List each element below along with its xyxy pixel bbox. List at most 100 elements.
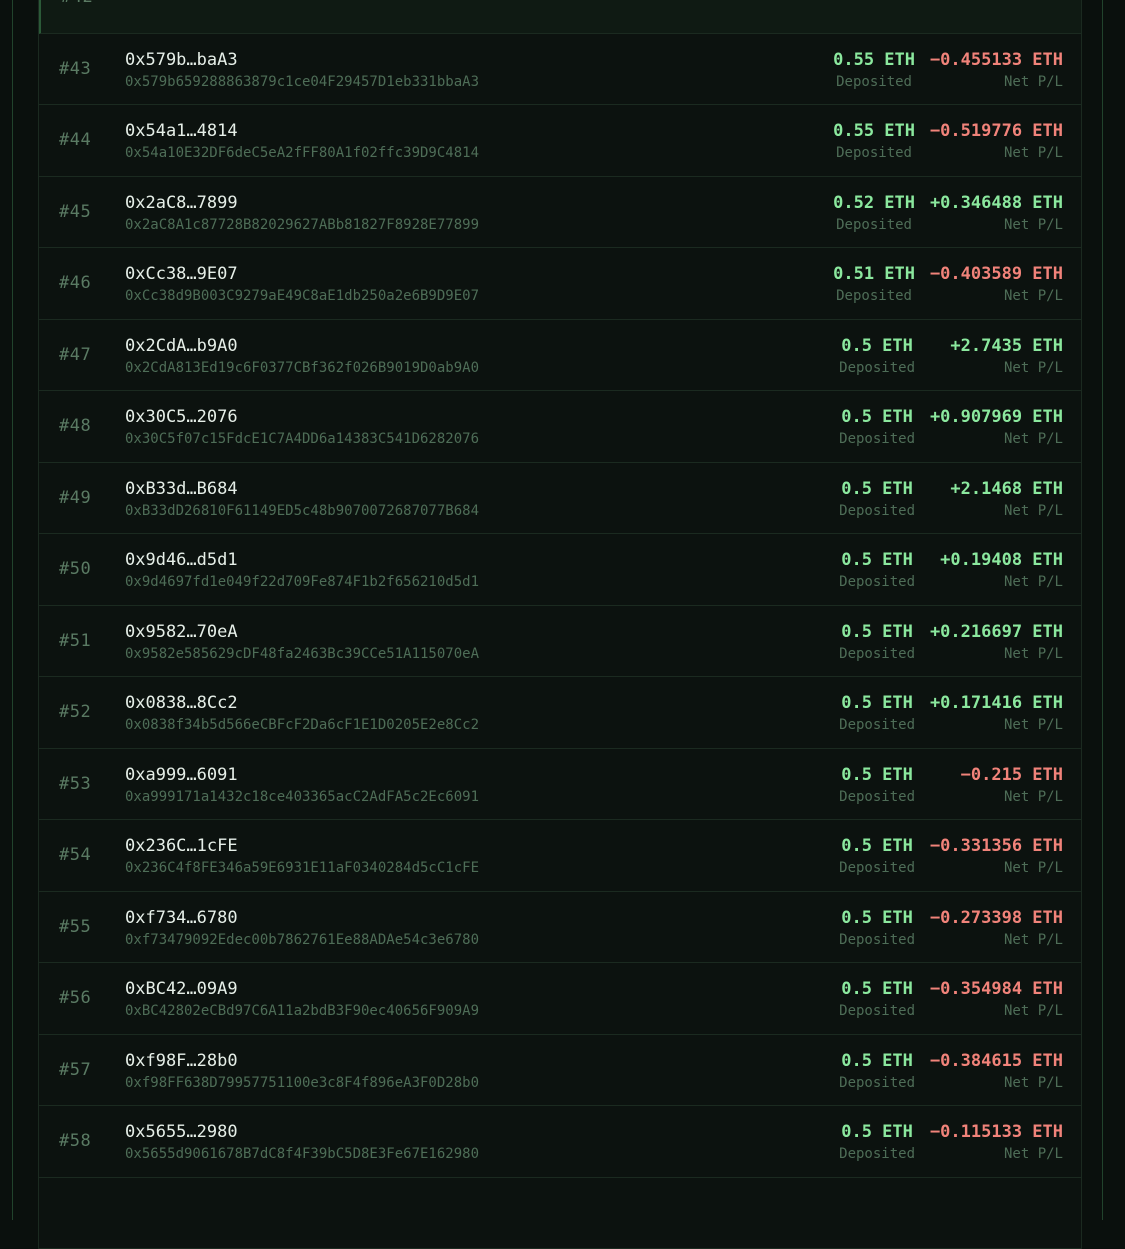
deposit-label: Deposited [833,143,915,163]
leaderboard-row[interactable]: #44 0x54a1…4814 0x54a10E32DF6deC5eA2fFF8… [39,105,1081,177]
address-full: 0xCc38d9B003C9279aE49C8aE1db250a2e6B9D9E… [125,286,479,306]
address-block: 0xCc38…9E07 0xCc38d9B003C9279aE49C8aE1db… [125,263,479,306]
pnl-block: +0.907969 ETH Net P/L [930,406,1063,449]
deposit-block: 0.52 ETH Deposited [833,192,915,235]
address-short[interactable]: 0xa999…6091 [125,764,479,786]
deposit-block: 0.5 ETH Deposited [839,478,915,521]
deposit-label: Deposited [839,1001,915,1021]
leaderboard-row[interactable] [39,1178,1081,1249]
pnl-label: Net P/L [930,72,1063,92]
address-short[interactable]: 0xCc38…9E07 [125,263,479,285]
address-full: 0x236C4f8FE346a59E6931E11aF0340284d5cC1c… [125,858,479,878]
address-full: 0x2aC8A1c87728B82029627ABb81827F8928E778… [125,215,479,235]
leaderboard-row[interactable]: #53 0xa999…6091 0xa999171a1432c18ce40336… [39,749,1081,821]
deposit-value: 0.5 ETH [839,621,915,643]
leaderboard-row[interactable]: #50 0x9d46…d5d1 0x9d4697fd1e049f22d709Fe… [39,534,1081,606]
pnl-block: −0.331356 ETH Net P/L [930,835,1063,878]
address-block: 0xBC42…09A9 0xBC42802eCBd97C6A11a2bdB3F9… [125,978,479,1021]
address-short[interactable]: 0xf98F…28b0 [125,1050,479,1072]
pnl-label: Net P/L [950,501,1063,521]
deposit-label: Deposited [839,1073,915,1093]
pnl-block: +2.1468 ETH Net P/L [950,478,1063,521]
pnl-value: −0.331356 ETH [930,835,1063,857]
deposit-block: 0.55 ETH Deposited [833,120,915,163]
leaderboard-row[interactable]: #43 0x579b…baA3 0x579b659288863879c1ce04… [39,34,1081,106]
leaderboard-row[interactable]: #54 0x236C…1cFE 0x236C4f8FE346a59E6931E1… [39,820,1081,892]
deposit-block: 0.5 ETH Deposited [839,978,915,1021]
rank-label: #45 [59,177,91,248]
address-short[interactable]: 0xB33d…B684 [125,478,479,500]
address-short[interactable]: 0xf734…6780 [125,907,479,929]
deposit-value: 0.5 ETH [839,907,915,929]
pnl-value: −0.354984 ETH [930,978,1063,1000]
address-full: 0x5655d9061678B7dC8f4F39bC5D8E3Fe67E1629… [125,1144,479,1164]
address-short[interactable]: 0x2CdA…b9A0 [125,335,479,357]
address-short[interactable]: 0x9582…70eA [125,621,479,643]
leaderboard-list[interactable]: #42 0x9D42c1e9fefa0FE8D1054A6a7Bf2EaB0bB… [38,0,1082,1249]
address-full: 0x9582e585629cDF48fa2463Bc39CCe51A115070… [125,644,479,664]
address-short[interactable]: 0x9d46…d5d1 [125,549,479,571]
deposit-label: Deposited [839,429,915,449]
address-block: 0x54a1…4814 0x54a10E32DF6deC5eA2fFF80A1f… [125,120,479,163]
pnl-block: +0.346488 ETH Net P/L [930,192,1063,235]
deposit-value: 0.5 ETH [839,692,915,714]
leaderboard-row[interactable]: #52 0x0838…8Cc2 0x0838f34b5d566eCBFcF2Da… [39,677,1081,749]
address-full: 0xf98FF638D79957751100e3c8F4f896eA3F0D28… [125,1073,479,1093]
pnl-label: Net P/L [930,1073,1063,1093]
leaderboard-row[interactable]: #46 0xCc38…9E07 0xCc38d9B003C9279aE49C8a… [39,248,1081,320]
deposit-block: 0.5 ETH Deposited [839,1050,915,1093]
pnl-block: −0.354984 ETH Net P/L [930,978,1063,1021]
rank-label: #52 [59,677,91,748]
address-short[interactable]: 0x2aC8…7899 [125,192,479,214]
pnl-block: −0.455133 ETH Net P/L [930,49,1063,92]
deposit-block: 0.5 ETH Deposited [839,335,915,378]
address-full: 0x9d4697fd1e049f22d709Fe874F1b2f656210d5… [125,572,479,592]
address-block: 0x0838…8Cc2 0x0838f34b5d566eCBFcF2Da6cF1… [125,692,479,735]
address-block: 0x2CdA…b9A0 0x2CdA813Ed19c6F0377CBf362f0… [125,335,479,378]
deposit-block: 0.5 ETH Deposited [839,835,915,878]
address-short[interactable]: 0x579b…baA3 [125,49,479,71]
deposit-label: Deposited [839,358,915,378]
pnl-block: −0.115133 ETH Net P/L [930,1121,1063,1164]
leaderboard-row[interactable]: #58 0x5655…2980 0x5655d9061678B7dC8f4F39… [39,1106,1081,1178]
pnl-value: +0.907969 ETH [930,406,1063,428]
rank-label: #48 [59,391,91,462]
deposit-value: 0.5 ETH [839,549,915,571]
leaderboard-row[interactable]: #57 0xf98F…28b0 0xf98FF638D79957751100e3… [39,1035,1081,1107]
leaderboard-row[interactable]: #55 0xf734…6780 0xf73479092Edec00b786276… [39,892,1081,964]
pnl-value: +0.216697 ETH [930,621,1063,643]
rank-label: #56 [59,963,91,1034]
leaderboard-row[interactable]: #45 0x2aC8…7899 0x2aC8A1c87728B82029627A… [39,177,1081,249]
leaderboard-row[interactable]: #47 0x2CdA…b9A0 0x2CdA813Ed19c6F0377CBf3… [39,320,1081,392]
rank-label: #58 [59,1106,91,1177]
leaderboard-row[interactable]: #51 0x9582…70eA 0x9582e585629cDF48fa2463… [39,606,1081,678]
address-full: 0x579b659288863879c1ce04F29457D1eb331bba… [125,72,479,92]
deposit-value: 0.51 ETH [833,263,915,285]
address-short[interactable]: 0x0838…8Cc2 [125,692,479,714]
address-short[interactable]: 0x30C5…2076 [125,406,479,428]
rank-label: #54 [59,820,91,891]
deposit-block: 0.5 ETH Deposited [839,621,915,664]
deposit-label: Deposited [839,644,915,664]
address-short[interactable]: 0x5655…2980 [125,1121,479,1143]
pnl-label: Net P/L [930,143,1063,163]
deposit-value: 0.5 ETH [839,1050,915,1072]
address-short[interactable]: 0x54a1…4814 [125,120,479,142]
leaderboard-row[interactable]: #48 0x30C5…2076 0x30C5f07c15FdcE1C7A4DD6… [39,391,1081,463]
address-full: 0xBC42802eCBd97C6A11a2bdB3F90ec40656F909… [125,1001,479,1021]
deposit-block: 0.55 ETH Deposited [833,49,915,92]
leaderboard-row[interactable]: #56 0xBC42…09A9 0xBC42802eCBd97C6A11a2bd… [39,963,1081,1035]
address-short[interactable]: 0x236C…1cFE [125,835,479,857]
address-block: 0x579b…baA3 0x579b659288863879c1ce04F294… [125,49,479,92]
leaderboard-row[interactable]: #42 0x9D42c1e9fefa0FE8D1054A6a7Bf2EaB0bB… [39,0,1081,34]
pnl-value: −0.519776 ETH [930,120,1063,142]
pnl-value: +0.171416 ETH [930,692,1063,714]
pnl-label: Net P/L [950,358,1063,378]
address-full: 0x30C5f07c15FdcE1C7A4DD6a14383C541D62820… [125,429,479,449]
leaderboard-row[interactable]: #49 0xB33d…B684 0xB33dD26810F61149ED5c48… [39,463,1081,535]
pnl-label: Net P/L [930,644,1063,664]
address-short[interactable]: 0xBC42…09A9 [125,978,479,1000]
deposit-label: Deposited [839,858,915,878]
rank-label: #49 [59,463,91,534]
deposit-label: Deposited [833,72,915,92]
